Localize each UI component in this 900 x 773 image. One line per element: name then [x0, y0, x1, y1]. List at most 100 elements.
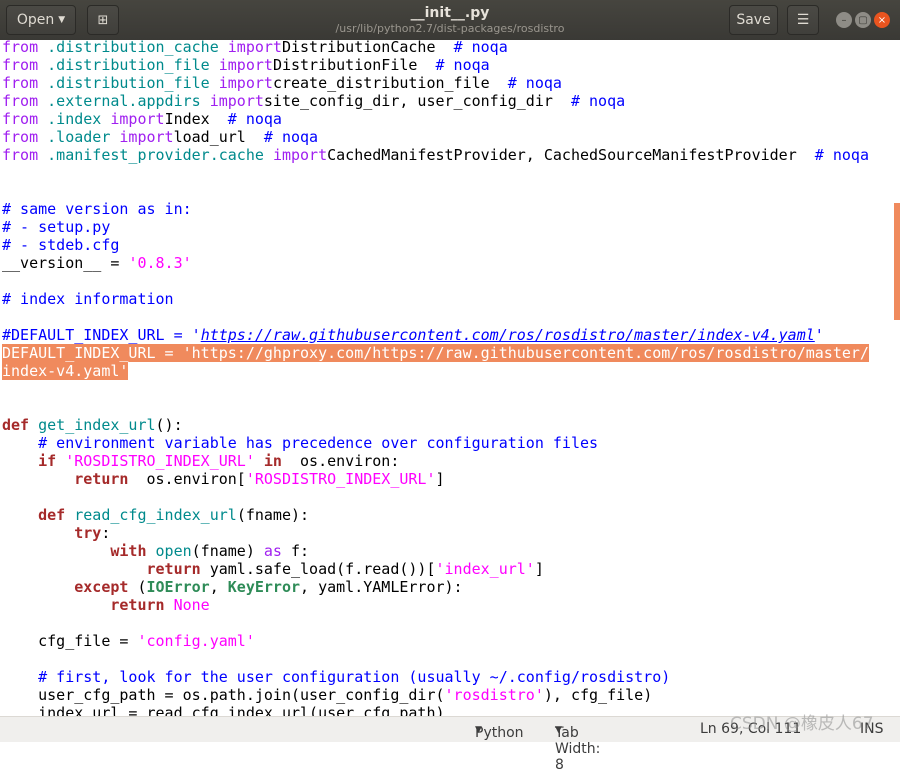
- code-token: os.environ:: [281, 452, 400, 470]
- code-token: 'index_url': [435, 560, 535, 578]
- code-token: f:: [281, 542, 310, 560]
- code-token: from: [2, 110, 39, 128]
- close-button[interactable]: ×: [874, 12, 890, 28]
- code-line: except (IOError, KeyError, yaml.YAMLErro…: [2, 578, 463, 596]
- code-line: from .distribution_file importDistributi…: [2, 56, 490, 74]
- code-line: return yaml.safe_load(f.read())['index_u…: [2, 560, 544, 578]
- code-line: with open(fname) as f:: [2, 542, 309, 560]
- code-token: except: [74, 578, 129, 596]
- code-line: def read_cfg_index_url(fname):: [2, 506, 309, 524]
- code-line: from .index importIndex # noqa: [2, 110, 282, 128]
- code-token: from: [2, 74, 39, 92]
- code-token: from: [2, 56, 39, 74]
- close-icon: ×: [877, 14, 887, 26]
- code-line: # - stdeb.cfg: [2, 236, 119, 254]
- code-token: CachedManifestProvider, CachedSourceMani…: [327, 146, 815, 164]
- code-token: .external.appdirs: [38, 92, 210, 110]
- code-token: (: [128, 578, 147, 596]
- code-token: , yaml.YAMLError):: [300, 578, 463, 596]
- code-token: return: [146, 560, 201, 578]
- code-token: .index: [38, 110, 111, 128]
- code-line: # first, look for the user configuration…: [2, 668, 670, 686]
- code-line: from .distribution_file importcreate_dis…: [2, 74, 562, 92]
- code-token: DEFAULT_INDEX_URL = 'https://ghproxy.com…: [2, 344, 869, 362]
- code-line: return None: [2, 596, 210, 614]
- code-line: #DEFAULT_INDEX_URL = 'https://raw.github…: [2, 326, 824, 344]
- code-token: '0.8.3': [128, 254, 192, 272]
- code-line: index-v4.yaml': [2, 362, 129, 380]
- code-token: user_cfg_path = os.path.join(user_config…: [2, 686, 445, 704]
- code-token: ,: [209, 578, 228, 596]
- code-token: cfg_file =: [2, 632, 138, 650]
- code-token: https://raw.githubusercontent.com/ros/ro…: [200, 326, 815, 344]
- code-token: import: [218, 74, 273, 92]
- code-token: import: [227, 38, 282, 56]
- code-token: # noqa: [814, 146, 869, 164]
- code-token: IOError: [146, 578, 210, 596]
- code-token: def: [2, 416, 30, 434]
- watermark: CSDN @橡皮人67: [730, 714, 874, 734]
- code-token: KeyError: [227, 578, 301, 596]
- code-line: if 'ROSDISTRO_INDEX_URL' in os.environ:: [2, 452, 399, 470]
- code-token: .loader: [38, 128, 120, 146]
- code-line: # same version as in:: [2, 200, 192, 218]
- code-token: return: [74, 470, 129, 488]
- code-token: 'rosdistro': [444, 686, 544, 704]
- code-line: def get_index_url():: [2, 416, 183, 434]
- code-token: # same version as in:: [2, 200, 192, 218]
- code-line: index_url = read_cfg_index_url(user_cfg_…: [2, 704, 444, 716]
- scrollbar-thumb[interactable]: [894, 203, 900, 320]
- minimize-icon: –: [841, 14, 847, 26]
- code-token: (fname):: [236, 506, 310, 524]
- maximize-button[interactable]: ▢: [855, 12, 871, 28]
- code-token: # noqa: [507, 74, 562, 92]
- save-button[interactable]: Save: [729, 5, 778, 35]
- code-token: # noqa: [435, 56, 490, 74]
- code-token: # first, look for the user configuration…: [38, 668, 671, 686]
- code-token: .distribution_cache: [38, 38, 228, 56]
- code-token: try: [74, 524, 102, 542]
- code-token: DistributionFile: [272, 56, 436, 74]
- code-line: from .distribution_cache importDistribut…: [2, 38, 508, 56]
- code-line: __version__ = '0.8.3': [2, 254, 192, 272]
- minimize-button[interactable]: –: [836, 12, 852, 28]
- code-line: from .external.appdirs importsite_config…: [2, 92, 625, 110]
- code-token: 'config.yaml': [137, 632, 255, 650]
- code-token: from: [2, 146, 39, 164]
- code-token: index-v4.yaml': [2, 362, 129, 380]
- code-token: # environment variable has precedence ov…: [38, 434, 599, 452]
- code-token: # - setup.py: [2, 218, 111, 236]
- code-token: # noqa: [263, 128, 319, 146]
- code-token: create_distribution_file: [272, 74, 508, 92]
- header-bar: Open ▼ ⊞ __init__.py /usr/lib/python2.7/d…: [0, 0, 900, 40]
- code-token: open: [146, 542, 192, 560]
- code-token: import: [110, 110, 165, 128]
- code-token: def: [38, 506, 66, 524]
- code-token: get_index_url: [29, 416, 156, 434]
- code-token: os.environ[: [128, 470, 246, 488]
- code-token: None: [164, 596, 210, 614]
- code-token: Index: [164, 110, 228, 128]
- code-token: from: [2, 92, 39, 110]
- code-token: import: [272, 146, 328, 164]
- code-token: import: [119, 128, 174, 146]
- code-editor[interactable]: from .distribution_cache importDistribut…: [0, 38, 900, 716]
- chevron-down-icon: ▼: [555, 725, 562, 735]
- code-line: try:: [2, 524, 110, 542]
- code-token: ), cfg_file): [543, 686, 653, 704]
- menu-button[interactable]: ☰: [787, 5, 819, 35]
- code-token: # noqa: [453, 38, 508, 56]
- code-token: 'ROSDISTRO_INDEX_URL': [245, 470, 436, 488]
- code-token: in: [254, 452, 282, 470]
- code-token: site_config_dir, user_config_dir: [263, 92, 571, 110]
- code-line: # - setup.py: [2, 218, 110, 236]
- code-token: ]: [534, 560, 544, 578]
